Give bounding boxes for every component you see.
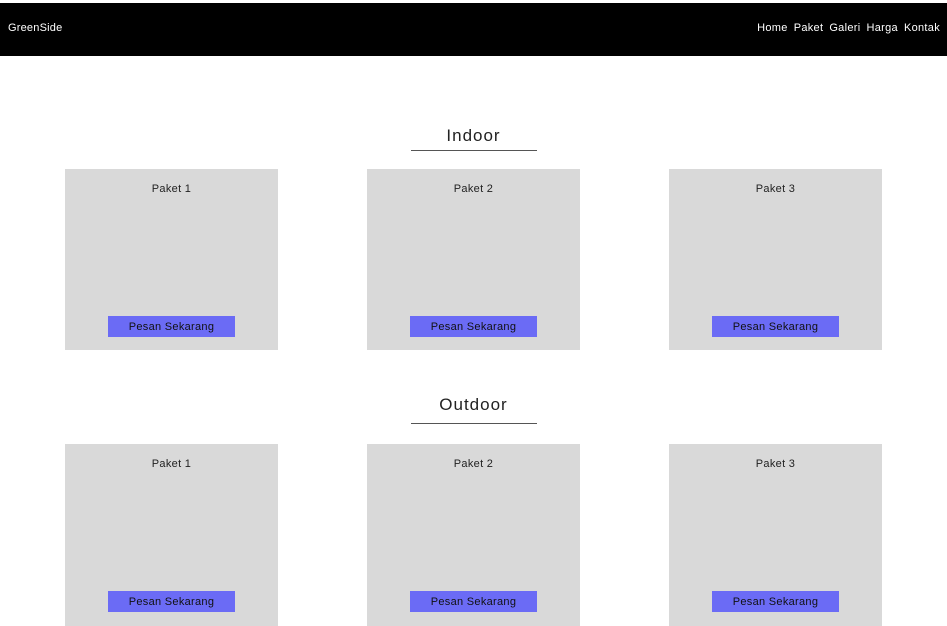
nav-link-home[interactable]: Home [757,22,788,34]
package-card: Paket 3 Pesan Sekarang [669,444,882,626]
section-divider [411,150,537,151]
brand-logo[interactable]: GreenSide [8,22,62,34]
card-title: Paket 2 [453,458,494,470]
order-now-button[interactable]: Pesan Sekarang [712,591,839,612]
order-now-button[interactable]: Pesan Sekarang [410,316,537,337]
nav-link-harga[interactable]: Harga [866,22,897,34]
package-card: Paket 1 Pesan Sekarang [65,169,278,350]
nav-menu: Home Paket Galeri Harga Kontak [757,22,940,34]
card-title: Paket 2 [453,183,494,195]
navbar: GreenSide Home Paket Galeri Harga Kontak [0,3,947,56]
order-now-button[interactable]: Pesan Sekarang [712,316,839,337]
package-card: Paket 3 Pesan Sekarang [669,169,882,350]
nav-link-galeri[interactable]: Galeri [829,22,860,34]
nav-link-kontak[interactable]: Kontak [904,22,940,34]
order-now-button[interactable]: Pesan Sekarang [108,591,235,612]
section-divider [411,423,537,424]
section-title-indoor: Indoor [446,126,501,145]
card-title: Paket 3 [755,458,796,470]
card-title: Paket 1 [151,458,192,470]
order-now-button[interactable]: Pesan Sekarang [108,316,235,337]
package-card: Paket 2 Pesan Sekarang [367,169,580,350]
nav-link-paket[interactable]: Paket [794,22,824,34]
card-title: Paket 1 [151,183,192,195]
order-now-button[interactable]: Pesan Sekarang [410,591,537,612]
package-card: Paket 2 Pesan Sekarang [367,444,580,626]
section-title-outdoor: Outdoor [439,395,508,414]
package-card: Paket 1 Pesan Sekarang [65,444,278,626]
card-title: Paket 3 [755,183,796,195]
